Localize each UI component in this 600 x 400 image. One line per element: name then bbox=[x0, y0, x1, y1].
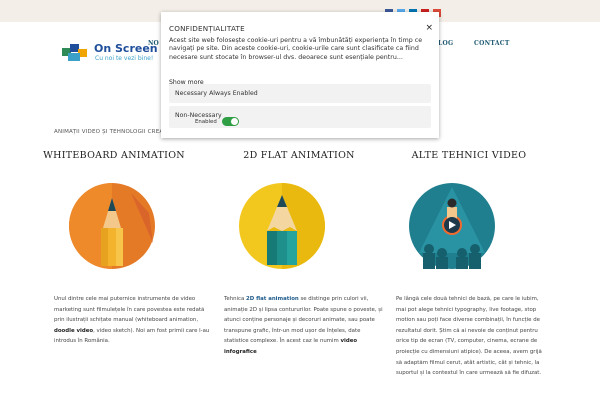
pref-label: Necessary Always Enabled bbox=[175, 90, 258, 97]
logo-mark-icon bbox=[62, 44, 92, 62]
highlight-2d-flat[interactable]: 2D flat animation bbox=[246, 296, 299, 302]
pref-label: Non-Necessary bbox=[175, 112, 222, 119]
nav-item-partial[interactable]: NO bbox=[148, 40, 159, 47]
other-techniques-illustration bbox=[409, 183, 495, 269]
service-description: Pe lângă cele două tehnici de bază, pe c… bbox=[396, 296, 542, 377]
modal-title: CONFIDENȚIALITATE bbox=[169, 24, 245, 33]
flat-animation-illustration bbox=[239, 183, 325, 269]
nav-item-blog[interactable]: LOG bbox=[438, 40, 453, 47]
nav-item-contact[interactable]: CONTACT bbox=[474, 40, 510, 47]
service-column-other: ALTE TEHNICI VIDEO bbox=[384, 150, 554, 161]
non-necessary-toggle[interactable] bbox=[222, 117, 239, 126]
highlight-doodle-video: doodle video bbox=[54, 327, 94, 334]
breadcrumb: ANIMAȚII VIDEO ȘI TEHNOLOGII CREATIVE bbox=[54, 129, 176, 135]
toggle-knob bbox=[231, 118, 238, 125]
whiteboard-illustration bbox=[69, 183, 155, 269]
close-icon[interactable]: × bbox=[425, 24, 433, 33]
service-column-2d-flat: 2D FLAT ANIMATION bbox=[214, 150, 384, 161]
pref-non-necessary[interactable]: Non-Necessary Enabled bbox=[169, 106, 431, 128]
service-column-whiteboard: WHITEBOARD ANIMATION bbox=[29, 150, 199, 161]
service-title: ALTE TEHNICI VIDEO bbox=[411, 150, 527, 161]
service-title: WHITEBOARD ANIMATION bbox=[43, 150, 185, 161]
service-description: Tehnica 2D flat animation se distinge pr… bbox=[224, 296, 383, 355]
cookie-description: Acest site web folosește cookie-uri pent… bbox=[169, 37, 423, 61]
logo-tagline: Cu noi te vezi bine! bbox=[95, 55, 154, 62]
cookie-consent-modal: CONFIDENȚIALITATE × Acest site web folos… bbox=[161, 12, 439, 138]
pref-status: Enabled bbox=[195, 119, 217, 125]
pref-status: Always Enabled bbox=[209, 90, 258, 97]
service-title: 2D FLAT ANIMATION bbox=[243, 150, 355, 161]
play-icon bbox=[444, 217, 460, 233]
pref-necessary[interactable]: Necessary Always Enabled bbox=[169, 84, 431, 103]
site-logo[interactable]: On Screen Cu noi te vezi bine! bbox=[62, 42, 162, 66]
service-description: Unul dintre cele mai puternice instrumen… bbox=[54, 296, 210, 345]
